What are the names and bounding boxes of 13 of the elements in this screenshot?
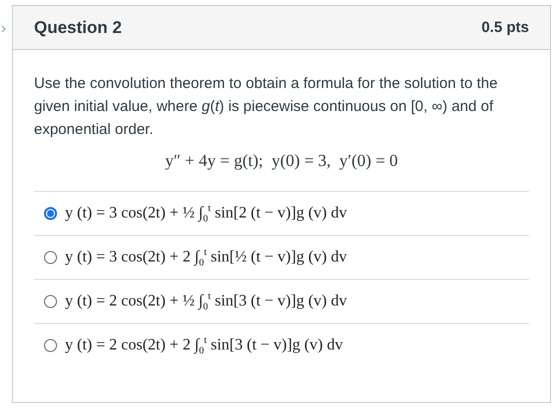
answer-option: y (t) = 2 cos(2t) + ½ ∫$_{0}$$^{t}$ sin[3 (t − v)]g (v) dv	[65, 290, 347, 312]
radio-button[interactable]	[44, 207, 57, 220]
radio-button[interactable]	[44, 251, 57, 264]
answer-option: y (t) = 2 cos(2t) + 2 ∫$_{0}$$^{t}$ sin[3 (t − v)]g (v) dv	[65, 334, 343, 356]
chevron-icon	[0, 25, 8, 33]
answer-option: y (t) = 3 cos(2t) + ½ ∫$_{0}$$^{t}$ sin[2 (t − v)]g (v) dv	[65, 202, 347, 224]
radio-button[interactable]	[44, 295, 57, 308]
answer-option: y (t) = 3 cos(2t) + 2 ∫$_{0}$$^{t}$ sin[½ (t − v)]g (v) dv	[65, 246, 347, 268]
radio-button[interactable]	[44, 339, 57, 352]
question-title: Question 2	[34, 18, 122, 38]
equation: y″ + 4y = g(t); y(0) = 3, y′(0) = 0	[164, 151, 399, 171]
points-label: 0.5 pts	[481, 19, 529, 36]
question-prompt: Use the convolution theorem to obtain a formula for the solution to the given initial value, where g(t) is piecewise continuous on [0, ∞) and of exponential order.	[34, 74, 499, 140]
